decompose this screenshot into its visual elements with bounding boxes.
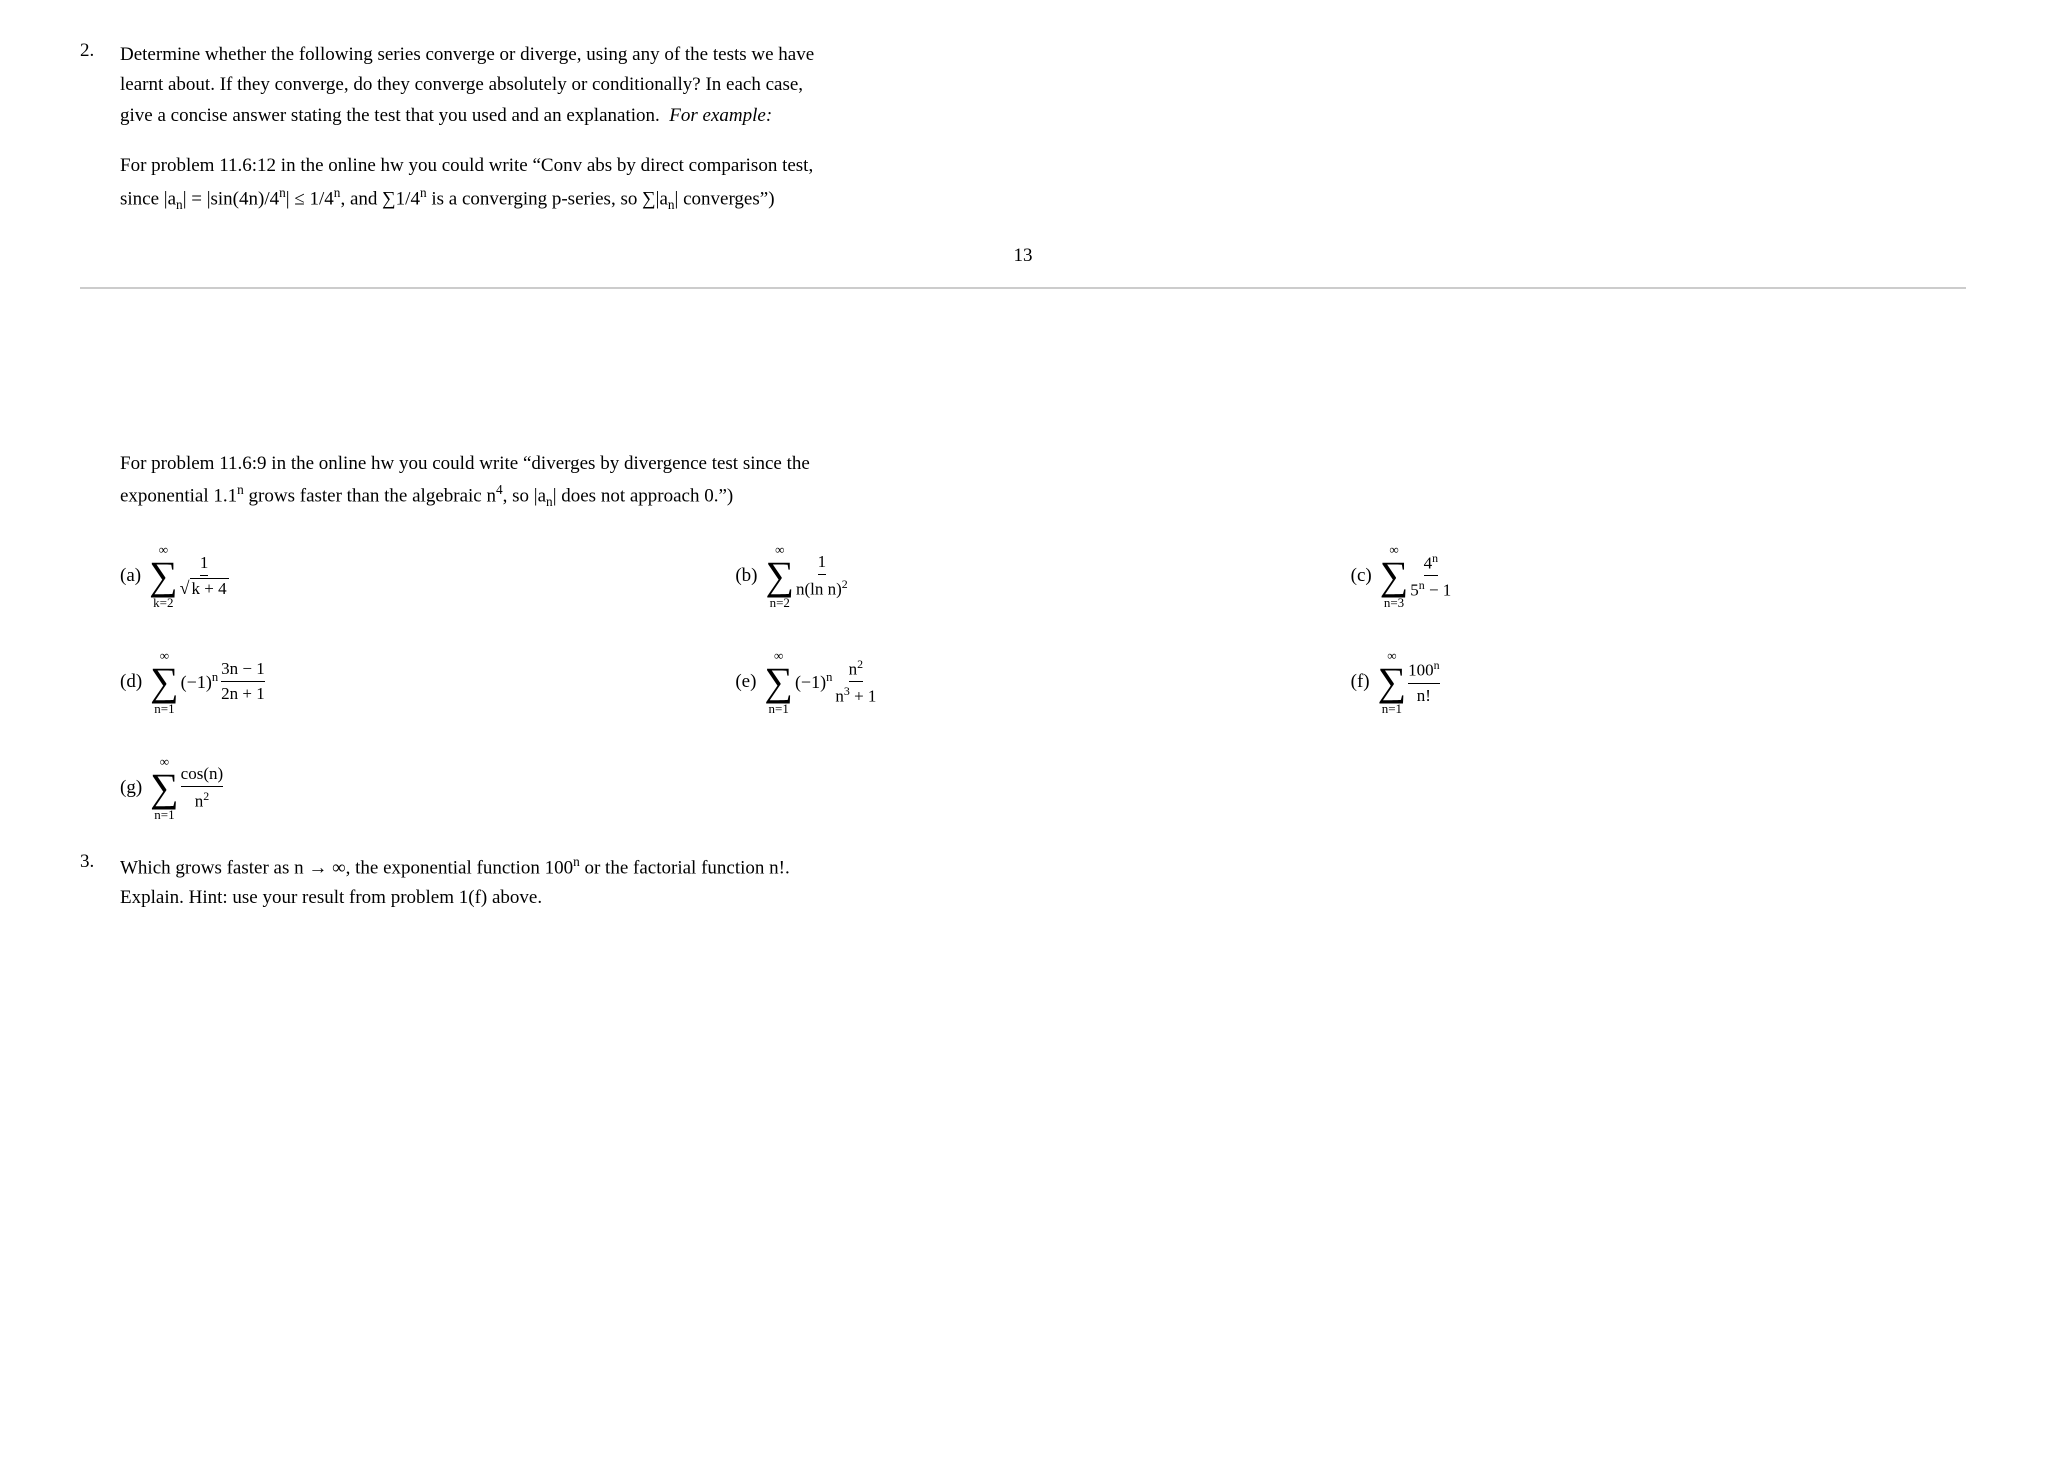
series-a-sigma: ∞ ∑ k=2 [149, 543, 178, 609]
series-label-b: (b) [735, 565, 757, 587]
example-block-2: For problem 11.6:9 in the online hw you … [120, 449, 1966, 513]
example-block-1: For problem 11.6:12 in the online hw you… [120, 151, 1966, 215]
series-label-a: (a) [120, 565, 141, 587]
series-item-g: (g) ∞ ∑ n=1 cos(n) n2 [120, 755, 380, 821]
page-divider [80, 287, 1966, 289]
series-label-f: (f) [1351, 671, 1370, 693]
series-item-d: (d) ∞ ∑ n=1 (−1)n 3n − 1 2n + 1 [120, 649, 735, 715]
example2-line1: For problem 11.6:9 in the online hw you … [120, 449, 1966, 479]
series-row-3: (g) ∞ ∑ n=1 cos(n) n2 [120, 755, 1966, 821]
series-row-1: (a) ∞ ∑ k=2 1 √k + 4 (b) ∞ [120, 543, 1966, 609]
sup-4-alg: 4 [496, 482, 503, 497]
series-f-math: ∞ ∑ n=1 100n n! [1378, 649, 1440, 715]
sub-n-ex2: n [546, 494, 553, 509]
sub-n1: n [176, 197, 183, 212]
series-g-math: ∞ ∑ n=1 cos(n) n2 [150, 755, 223, 821]
series-e-math: ∞ ∑ n=1 (−1)n n2 n3 + 1 [764, 649, 876, 715]
series-item-f: (f) ∞ ∑ n=1 100n n! [1351, 649, 1966, 715]
sup-n2: n [279, 185, 286, 200]
series-e-sigma: ∞ ∑ n=1 [764, 649, 793, 715]
series-item-a: (a) ∞ ∑ k=2 1 √k + 4 [120, 543, 735, 609]
page: 2. Determine whether the following serie… [0, 0, 2046, 1462]
problem-3-line2: Explain. Hint: use your result from prob… [120, 883, 1966, 913]
problem-2-text-line2: learnt about. If they converge, do they … [120, 70, 1966, 100]
sup-n-exp: n [237, 482, 244, 497]
problem-2-text-line1: Determine whether the following series c… [120, 40, 1966, 70]
series-c-fraction: 4n 5n − 1 [1410, 551, 1451, 601]
series-item-e: (e) ∞ ∑ n=1 (−1)n n2 n3 + 1 [735, 649, 1350, 715]
series-label-g: (g) [120, 777, 142, 799]
series-a-math: ∞ ∑ k=2 1 √k + 4 [149, 543, 229, 609]
series-f-fraction: 100n n! [1408, 658, 1439, 706]
series-b-sigma: ∞ ∑ n=2 [765, 543, 794, 609]
series-row-2: (d) ∞ ∑ n=1 (−1)n 3n − 1 2n + 1 (e) ∞ [120, 649, 1966, 715]
series-g-fraction: cos(n) n2 [181, 764, 223, 812]
series-g-sigma: ∞ ∑ n=1 [150, 755, 179, 821]
example-line2: since |an| = |sin(4n)/4n| ≤ 1/4n, and ∑1… [120, 182, 1966, 215]
example2-line2: exponential 1.1n grows faster than the a… [120, 479, 1966, 512]
series-label-d: (d) [120, 671, 142, 693]
series-label-e: (e) [735, 671, 756, 693]
series-label-c: (c) [1351, 565, 1372, 587]
spacer [80, 309, 1966, 429]
problem-2-text-line3: give a concise answer stating the test t… [120, 101, 1966, 131]
series-e-fraction: n2 n3 + 1 [835, 657, 876, 707]
series-item-b: (b) ∞ ∑ n=2 1 n(ln n)2 [735, 543, 1350, 609]
problem-3-number: 3. [80, 851, 94, 872]
page-number: 13 [80, 245, 1966, 267]
sub-n5: n [668, 197, 675, 212]
problem-2-section: 2. Determine whether the following serie… [80, 40, 1966, 131]
series-a-fraction: 1 √k + 4 [180, 553, 229, 599]
example-line1: For problem 11.6:12 in the online hw you… [120, 151, 1966, 181]
series-c-math: ∞ ∑ n=3 4n 5n − 1 [1380, 543, 1452, 609]
series-item-c: (c) ∞ ∑ n=3 4n 5n − 1 [1351, 543, 1966, 609]
problem-3-line1: Which grows faster as n → ∞, the exponen… [120, 851, 1966, 884]
sup-n4: n [420, 185, 427, 200]
series-b-math: ∞ ∑ n=2 1 n(ln n)2 [765, 543, 847, 609]
series-d-fraction: 3n − 1 2n + 1 [221, 659, 265, 704]
series-c-sigma: ∞ ∑ n=3 [1380, 543, 1409, 609]
sup-n3: n [334, 185, 341, 200]
series-d-sigma: ∞ ∑ n=1 [150, 649, 179, 715]
for-example-italic: For example: [669, 105, 772, 126]
series-b-fraction: 1 n(ln n)2 [796, 552, 848, 600]
problem-2-number: 2. [80, 40, 94, 61]
series-f-sigma: ∞ ∑ n=1 [1378, 649, 1407, 715]
series-d-math: ∞ ∑ n=1 (−1)n 3n − 1 2n + 1 [150, 649, 265, 715]
problem-3-section: 3. Which grows faster as n → ∞, the expo… [80, 851, 1966, 914]
